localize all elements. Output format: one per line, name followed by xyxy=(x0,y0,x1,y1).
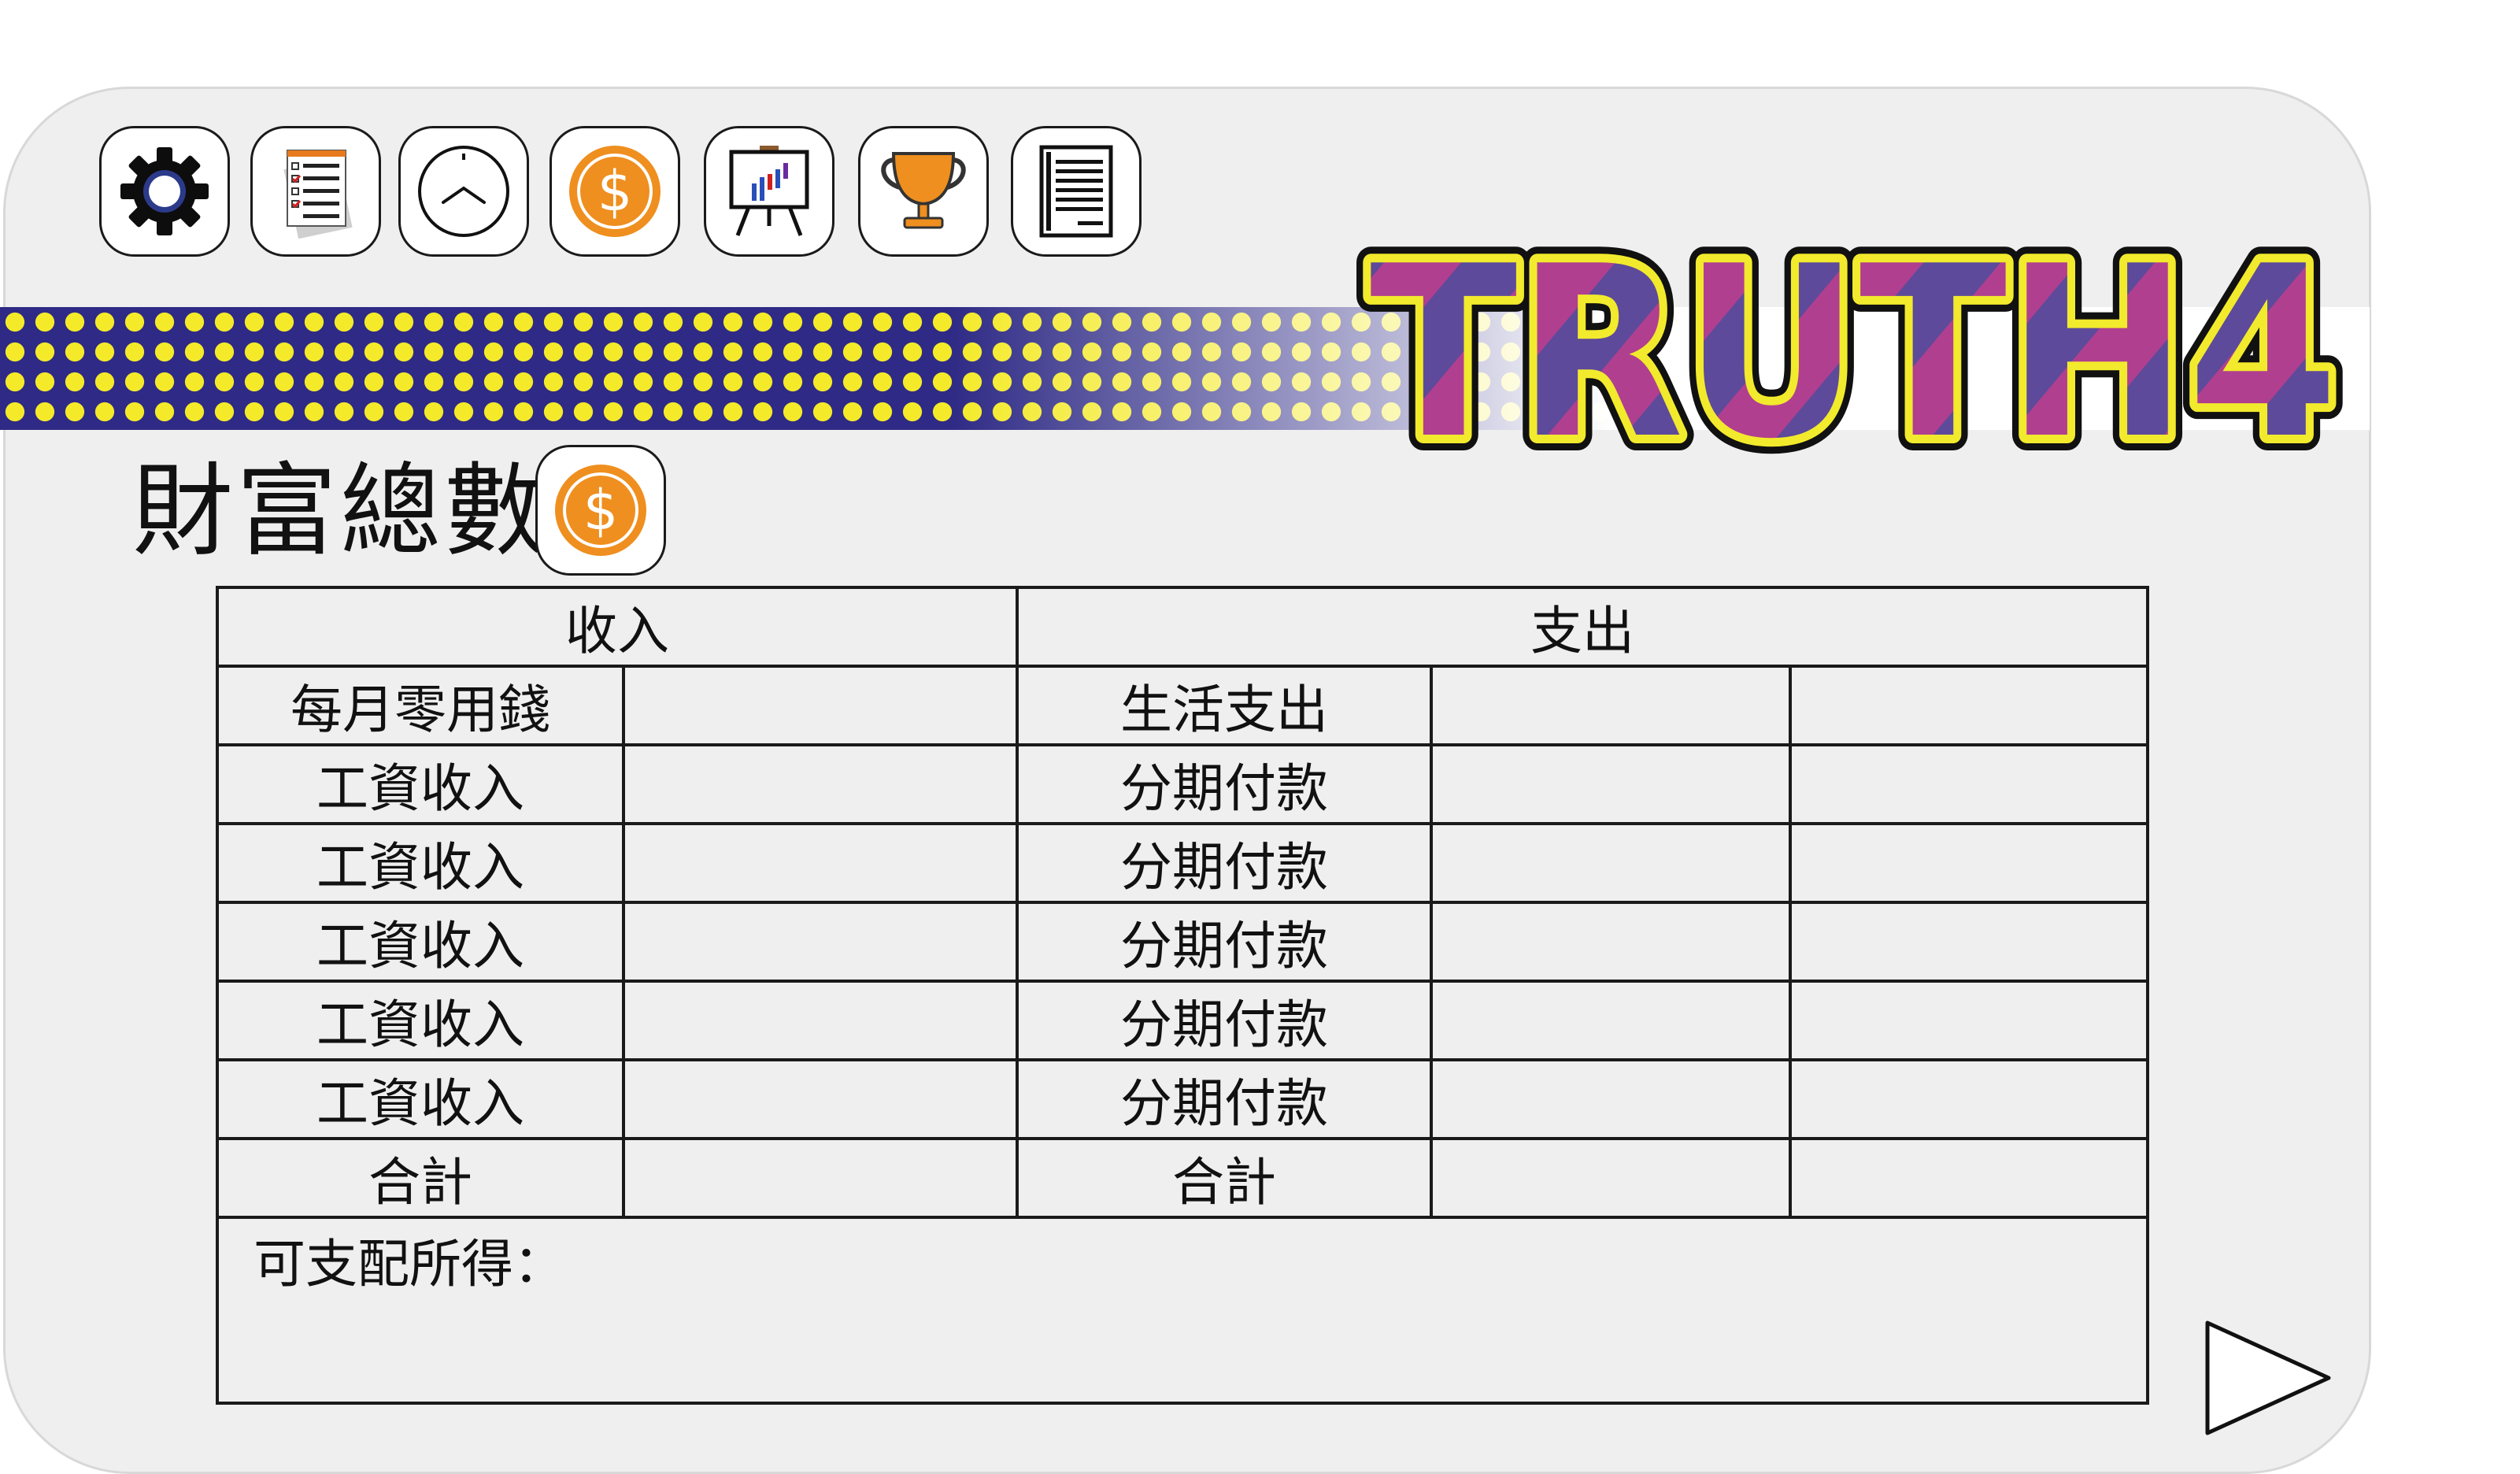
coin-symbol: $ xyxy=(598,159,633,224)
table-row: 工資收入 分期付款 xyxy=(216,980,2150,1061)
expense-value-cell[interactable] xyxy=(1788,1058,2150,1140)
income-label: 工資收入 xyxy=(216,822,625,904)
document-icon xyxy=(1039,145,1113,238)
expense-header: 支出 xyxy=(1015,586,2150,668)
expense-value-cell[interactable] xyxy=(1430,980,1792,1061)
income-label: 工資收入 xyxy=(216,743,625,825)
next-button[interactable] xyxy=(2204,1320,2333,1436)
logo-text-fill: TRUTH4 xyxy=(1370,216,2338,474)
checklist-button[interactable] xyxy=(250,126,381,257)
table-row: 工資收入 分期付款 xyxy=(216,901,2150,983)
page-title: 財富總數 xyxy=(132,453,549,570)
wealth-button[interactable]: $ xyxy=(550,126,680,257)
disposable-income-row: 可支配所得： xyxy=(215,1216,2150,1405)
expense-value-cell[interactable] xyxy=(1430,743,1792,825)
trophy-icon xyxy=(881,152,966,229)
expense-label: 分期付款 xyxy=(1016,822,1433,904)
finance-table: 收入 支出 每月零用錢 生活支出 工資收入 分期付款 工資收入 分期付款 工資收… xyxy=(215,586,2150,1405)
coin-symbol: $ xyxy=(583,478,619,543)
income-value-cell[interactable] xyxy=(622,980,1019,1061)
table-row: 工資收入 分期付款 xyxy=(216,1058,2150,1140)
expense-value-cell[interactable] xyxy=(1788,980,2150,1061)
expense-value-cell[interactable] xyxy=(1430,901,1792,983)
table-row: 工資收入 分期付款 xyxy=(216,822,2150,904)
income-header: 收入 xyxy=(216,586,1019,668)
achievements-button[interactable] xyxy=(858,126,989,257)
income-label: 工資收入 xyxy=(216,901,625,983)
disposable-income-label: 可支配所得： xyxy=(215,1216,2150,1405)
expense-label: 分期付款 xyxy=(1016,1058,1433,1140)
document-button[interactable] xyxy=(1011,126,1142,257)
coin-icon: $ xyxy=(569,146,661,237)
income-total-value[interactable] xyxy=(622,1137,1019,1219)
table-row: 每月零用錢 生活支出 xyxy=(216,665,2150,746)
income-value-cell[interactable] xyxy=(622,822,1019,904)
expense-total-label: 合計 xyxy=(1016,1137,1433,1219)
presentation-chart-icon xyxy=(729,146,809,236)
expense-value-cell[interactable] xyxy=(1788,901,2150,983)
expense-value-cell[interactable] xyxy=(1430,665,1792,746)
play-triangle-icon xyxy=(2205,1320,2331,1435)
table-header-row: 收入 支出 xyxy=(216,586,2150,668)
settings-button[interactable] xyxy=(99,126,230,257)
truth4-logo: TRUTH4 TRUTH4 TRUTH4 xyxy=(1354,206,2354,474)
expense-label: 生活支出 xyxy=(1016,665,1433,746)
clock-icon xyxy=(418,146,509,237)
income-value-cell[interactable] xyxy=(622,665,1019,746)
expense-value-cell[interactable] xyxy=(1788,822,2150,904)
total-row: 合計 合計 xyxy=(216,1137,2150,1219)
coin-icon: $ xyxy=(555,465,646,556)
income-label: 工資收入 xyxy=(216,1058,625,1140)
presentation-button[interactable] xyxy=(704,126,834,257)
income-label: 工資收入 xyxy=(216,980,625,1061)
expense-value-cell[interactable] xyxy=(1430,1058,1792,1140)
expense-value-cell[interactable] xyxy=(1788,743,2150,825)
expense-label: 分期付款 xyxy=(1016,980,1433,1061)
table-row: 工資收入 分期付款 xyxy=(216,743,2150,825)
income-value-cell[interactable] xyxy=(622,743,1019,825)
income-value-cell[interactable] xyxy=(622,901,1019,983)
income-value-cell[interactable] xyxy=(622,1058,1019,1140)
expense-total-value[interactable] xyxy=(1430,1137,1792,1219)
timer-button[interactable] xyxy=(398,126,529,257)
expense-value-cell[interactable] xyxy=(1788,665,2150,746)
checklist-icon xyxy=(283,150,353,239)
income-total-label: 合計 xyxy=(216,1137,625,1219)
title-coin-badge: $ xyxy=(535,445,666,576)
expense-label: 分期付款 xyxy=(1016,901,1433,983)
expense-label: 分期付款 xyxy=(1016,743,1433,825)
gear-icon xyxy=(120,147,209,235)
expense-total-value[interactable] xyxy=(1788,1137,2150,1219)
expense-value-cell[interactable] xyxy=(1430,822,1792,904)
income-label: 每月零用錢 xyxy=(216,665,625,746)
